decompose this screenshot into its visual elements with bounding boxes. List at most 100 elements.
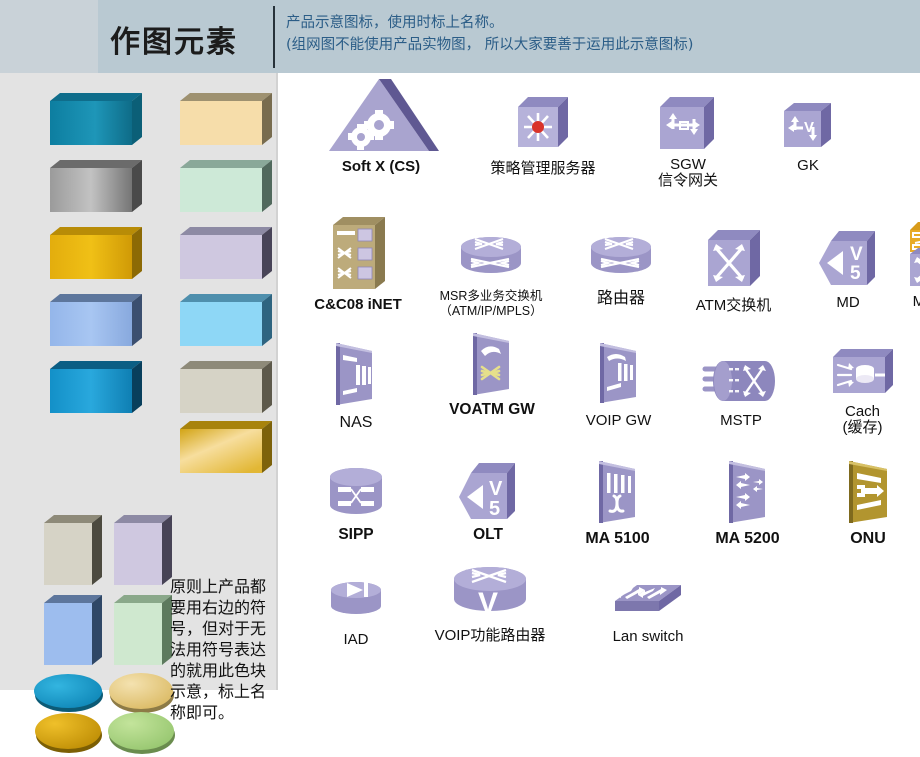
oval-green[interactable] <box>105 709 175 754</box>
ma5200-panel-icon <box>680 459 815 525</box>
icon-item-ma5200[interactable]: MA 5200 <box>680 459 815 547</box>
oval-gold-glyph <box>35 713 102 753</box>
icon-label-router: 路由器 <box>596 290 645 307</box>
header-subtitle-line2: (组网图不能使用产品实物图， 所以大家要善于运用此示意图标) <box>286 37 694 53</box>
icon-label-mpls: MPLS <box>912 293 920 310</box>
icon-label-lan-switch: Lan switch <box>612 628 684 645</box>
block-gold-large-glyph <box>50 227 142 279</box>
lan-switch-icon <box>573 581 723 623</box>
block-tan-large[interactable] <box>174 93 272 145</box>
voip-panel-icon <box>556 341 681 405</box>
icon-label-voatm-gw: VOATM GW <box>449 401 535 418</box>
page-title: 作图元素 <box>110 25 238 60</box>
nas-panel-icon <box>296 341 416 407</box>
icon-item-msr[interactable]: MSR多业务交换机 （ATM/IP/MPLS） <box>421 233 561 319</box>
icon-label-nas: NAS <box>339 414 373 431</box>
icon-item-sgw[interactable]: SGW 信令网关 <box>628 95 748 189</box>
mpls-stack-icon <box>878 218 920 290</box>
icon-item-lan-switch[interactable]: Lan switch <box>573 581 723 645</box>
icon-label-onu: ONU <box>850 530 886 547</box>
icon-item-voatm-gw[interactable]: VOATM GW <box>418 331 566 418</box>
sidebar-note: 原则上产品都要用右边的符号，但对于无法用符号表达的就用此色块示意，标上名称即可。 <box>170 577 267 722</box>
icon-item-voip-gw[interactable]: VOIP GW <box>556 341 681 429</box>
softx-triangle-gears-icon <box>296 77 466 155</box>
icon-label-cc08-inet: C&C08 iNET <box>314 296 402 313</box>
block-tan-large-glyph <box>180 93 272 145</box>
block-gray-large[interactable] <box>44 160 142 212</box>
header-subtitle-line1: 产品示意图标，使用时标上名称。 <box>286 15 504 31</box>
icon-label-olt: OLT <box>473 526 503 543</box>
icon-item-voip-router[interactable]: V VOIP功能路由器 <box>400 563 580 644</box>
block-skyblue-large-glyph <box>180 294 272 346</box>
icon-label-ma5100: MA 5100 <box>585 530 650 547</box>
icon-label-mstp: MSTP <box>720 412 762 429</box>
icon-item-sipp[interactable]: SIPP <box>296 465 416 543</box>
icon-item-router[interactable]: 路由器 <box>561 233 681 307</box>
icon-item-cc08-inet[interactable]: C&C08 iNET <box>283 215 433 313</box>
block-skyblue-large[interactable] <box>174 294 272 346</box>
icon-label-soft-x-cs: Soft X (CS) <box>341 158 421 175</box>
icon-item-olt[interactable]: V 5 OLT <box>428 459 548 543</box>
oval-teal[interactable] <box>32 669 103 712</box>
block-teal-large[interactable] <box>44 93 142 145</box>
block-beige-small[interactable] <box>40 515 102 585</box>
icon-item-policy-server[interactable]: 策略管理服务器 <box>463 95 623 177</box>
sipp-cylinder-icon <box>296 465 416 521</box>
icon-item-nas[interactable]: NAS <box>296 341 416 431</box>
icon-item-mpls[interactable]: MPLS <box>878 218 920 310</box>
icon-gallery: Soft X (CS) 策略管理服务器 SGW 信令网关 V GK C&C08 … <box>278 73 920 690</box>
header-subtitle: 产品示意图标，使用时标上名称。 (组网图不能使用产品实物图， 所以大家要善于运用… <box>286 12 906 56</box>
block-gold-gradient[interactable] <box>174 421 272 473</box>
block-beige-large[interactable] <box>174 361 272 413</box>
block-blue-small[interactable] <box>40 595 102 665</box>
olt-v5-icon: V 5 <box>428 459 548 523</box>
block-periwinkle-large[interactable] <box>44 294 142 346</box>
icon-label-gk: GK <box>797 157 819 174</box>
icon-item-ma5100[interactable]: MA 5100 <box>550 459 685 547</box>
block-periwinkle-large-glyph <box>50 294 142 346</box>
block-lilac-small[interactable] <box>110 515 172 585</box>
block-lavender-large[interactable] <box>174 227 272 279</box>
block-green-small-glyph <box>114 595 172 665</box>
block-green-small[interactable] <box>110 595 172 665</box>
header-divider <box>273 6 275 68</box>
block-cyan-large-glyph <box>50 361 142 413</box>
gk-cube-arrows-icon: V <box>753 101 863 153</box>
iad-cylinder-icon <box>296 578 416 624</box>
icon-label-policy-server: 策略管理服务器 <box>490 160 596 177</box>
block-teal-large-glyph <box>50 93 142 145</box>
policy-server-cube-icon <box>463 95 623 155</box>
icon-item-cach[interactable]: Cach (缓存) <box>800 345 920 436</box>
block-beige-large-glyph <box>180 361 272 413</box>
sgw-cube-arrows-icon <box>628 95 748 153</box>
icon-item-onu[interactable]: ONU <box>808 459 920 547</box>
block-mint-large[interactable] <box>174 160 272 212</box>
icon-item-atm-switch[interactable]: ATM交换机 <box>666 228 801 314</box>
icon-item-mstp[interactable]: MSTP <box>676 355 806 429</box>
icon-label-voip-gw: VOIP GW <box>585 412 652 429</box>
header-bar: 作图元素 产品示意图标，使用时标上名称。 (组网图不能使用产品实物图， 所以大家… <box>0 0 920 73</box>
icon-label-sgw-sub: 信令网关 <box>657 172 718 189</box>
icon-item-iad[interactable]: IAD <box>296 578 416 648</box>
block-mint-large-glyph <box>180 160 272 212</box>
cabinet-rack-icon <box>283 215 433 293</box>
oval-gold[interactable] <box>32 709 102 753</box>
icon-item-soft-x-cs[interactable]: Soft X (CS) <box>296 77 466 175</box>
icon-label-sgw: SGW <box>670 156 706 173</box>
icon-label-iad: IAD <box>343 631 369 648</box>
oval-tan[interactable] <box>105 669 175 713</box>
svg-text:V: V <box>850 244 863 265</box>
cache-cube-icon <box>800 345 920 399</box>
block-gray-large-glyph <box>50 160 142 212</box>
block-blue-small-glyph <box>44 595 102 665</box>
icon-label-msr: MSR多业务交换机 <box>439 289 543 303</box>
icon-label-cach-sub: (缓存) <box>842 419 883 436</box>
mstp-cylinder-icon <box>676 355 806 409</box>
color-block-sidebar: 原则上产品都要用右边的符号，但对于无法用符号表达的就用此色块示意，标上名称即可。 <box>0 73 276 754</box>
block-cyan-large[interactable] <box>44 361 142 413</box>
block-gold-large[interactable] <box>44 227 142 279</box>
svg-text:V: V <box>804 119 814 136</box>
icon-label-ma5200: MA 5200 <box>715 530 780 547</box>
icon-item-gk[interactable]: V GK <box>753 101 863 174</box>
slide-canvas: 作图元素 产品示意图标，使用时标上名称。 (组网图不能使用产品实物图， 所以大家… <box>0 0 920 754</box>
